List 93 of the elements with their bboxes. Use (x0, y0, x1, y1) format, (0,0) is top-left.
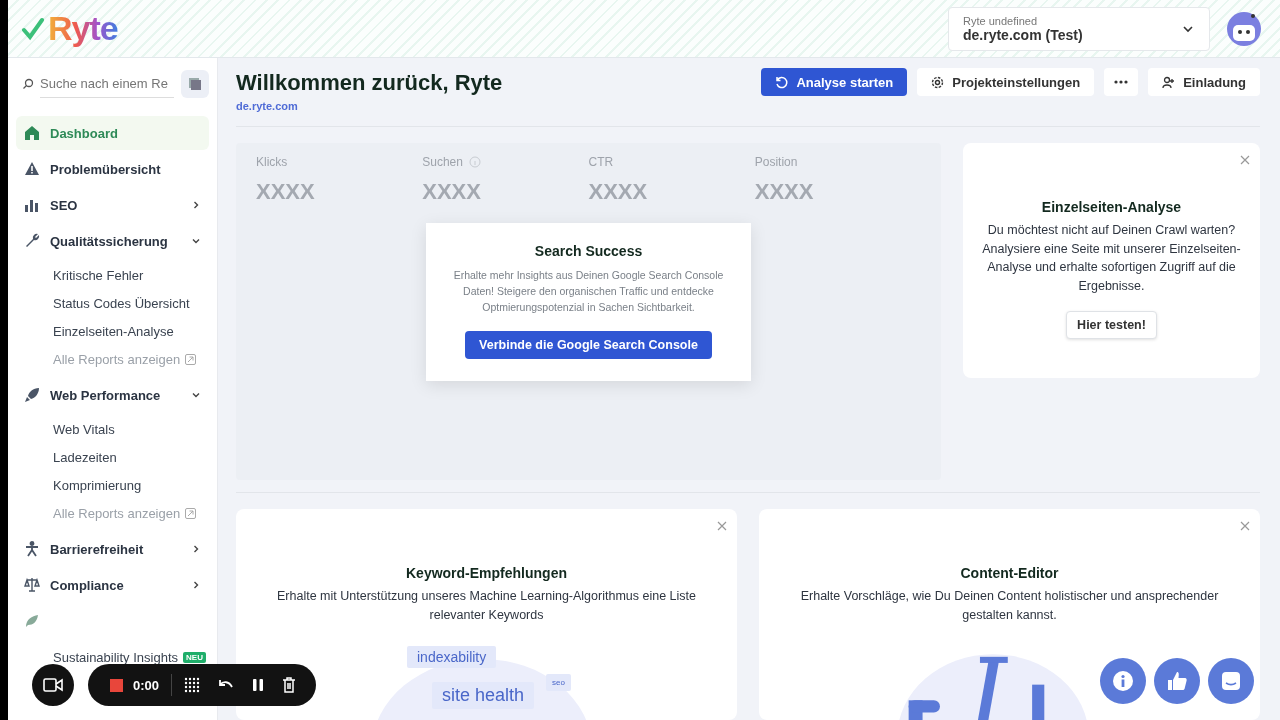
card-title: Einzelseiten-Analyse (1040, 199, 1183, 215)
nav-item[interactable]: SEO (16, 188, 209, 222)
refresh-icon (775, 75, 789, 89)
new-badge: NEU (183, 651, 206, 663)
project-selector[interactable]: Ryte undefined de.ryte.com (Test) (948, 6, 1210, 51)
thumbs-up-icon (1166, 670, 1188, 692)
nav-label: Problemübersicht (50, 161, 161, 177)
leaf-icon (24, 613, 40, 629)
nav-subitem[interactable]: Web Vitals (16, 420, 209, 438)
external-link-icon (185, 353, 197, 365)
nav-label: Qualitätssicherung (50, 233, 168, 249)
nav-label: Sustainability Insights (53, 649, 178, 665)
nav-subitem[interactable]: Status Codes Übersicht (16, 294, 209, 312)
search-icon (22, 78, 34, 90)
trash-icon[interactable] (282, 677, 297, 693)
add-user-icon (1162, 75, 1176, 89)
metric-label: CTR (588, 155, 614, 169)
metric-label: Klicks (256, 155, 288, 169)
metric-value: XXXX (588, 179, 649, 205)
card-title: Keyword-Empfehlungen (405, 565, 568, 581)
action-button[interactable]: Analyse starten (761, 68, 908, 96)
stack-button[interactable] (181, 70, 209, 98)
recording-time: 0:00 (133, 677, 160, 693)
scales-icon (24, 577, 40, 593)
nav-label: Status Codes Übersicht (53, 295, 190, 311)
page-title: Willkommen zurück, Ryte (236, 70, 503, 96)
nav-label: Web Performance (50, 387, 161, 403)
nav-label: Alle Reports anzeigen (53, 505, 181, 521)
stack-icon (188, 77, 202, 91)
nav-label: Compliance (50, 577, 124, 593)
metric-value: XXXX (422, 179, 482, 205)
action-button[interactable]: Projekteinstellungen (917, 68, 1095, 96)
robot-avatar-icon[interactable] (1226, 10, 1262, 47)
popup-text: Erhalte mehr Insights aus Deinen Google Search Console Daten! Steigere den organischen Traffic und entdecke Optmierungspotenzial in Sachen Sichtbarkeit. (452, 268, 725, 315)
keyword-tag: indexability (407, 646, 497, 668)
nav-subitem[interactable]: Ladezeiten (16, 448, 209, 466)
chat-icon (1220, 670, 1242, 692)
nav-subitem[interactable]: Sustainability Insights NEU (16, 648, 209, 666)
more-button[interactable] (1104, 68, 1139, 96)
nav-item[interactable]: Qualitätssicherung (16, 224, 209, 258)
gear-icon (931, 75, 945, 89)
nav-label: Kritische Fehler (53, 267, 144, 283)
card-title: Content-Editor (959, 565, 1060, 581)
more-icon (1114, 80, 1129, 84)
nav-item[interactable]: Problemübersicht (16, 152, 209, 186)
card-text: Erhalte mit Unterstützung unseres Machine Learning-Algorithmus eine Liste relevanter Keywords (276, 588, 697, 624)
nav-item[interactable]: Barrierefreiheit (16, 532, 209, 566)
card-text: Erhalte Vorschläge, wie Du Deinen Content holistischer und ansprechender gestalten kannst. (799, 588, 1220, 624)
nav-label: Web Vitals (53, 421, 115, 437)
project-label: Ryte undefined (963, 14, 1038, 27)
nav-label: Dashboard (50, 125, 118, 141)
nav-label: Barrierefreiheit (50, 541, 144, 557)
nav-item[interactable]: Web Performance (16, 378, 209, 412)
nav-label: Komprimierung (53, 477, 142, 493)
nav-item[interactable]: Compliance (16, 568, 209, 602)
keyword-tag: site health (432, 682, 535, 709)
video-camera-icon (43, 678, 63, 692)
grid-icon[interactable] (184, 677, 201, 693)
nav-label: Alle Reports anzeigen (53, 351, 181, 367)
wrench-icon (24, 233, 40, 249)
warning-icon (24, 161, 40, 177)
info-icon (1112, 670, 1134, 692)
external-link-icon (185, 507, 197, 519)
nav-label: Ladezeiten (53, 449, 117, 465)
bar-chart-icon (24, 197, 40, 213)
stop-icon[interactable] (110, 678, 123, 692)
metric-value: XXXX (754, 179, 815, 205)
nav-subitem[interactable]: Kritische Fehler (16, 266, 209, 284)
person-icon (24, 541, 40, 557)
metric-label: Suchen (422, 155, 463, 169)
nav-label: SEO (50, 197, 78, 213)
project-name: de.ryte.com (Test) (963, 26, 1084, 43)
nav-label: Einzelseiten-Analyse (53, 323, 174, 339)
metric-value: XXXX (256, 179, 316, 205)
rocket-icon (24, 387, 40, 403)
home-icon (24, 125, 40, 141)
connect-button[interactable]: Verbinde die Google Search Console (465, 331, 712, 359)
keyword-tag: seo (546, 674, 571, 691)
domain-link[interactable]: de.ryte.com (236, 100, 298, 112)
nav-subitem[interactable]: Einzelseiten-Analyse (16, 322, 209, 340)
close-icon[interactable] (717, 521, 727, 531)
close-icon[interactable] (1240, 521, 1250, 531)
check-icon (22, 16, 46, 41)
nav-item[interactable]: Dashboard (16, 116, 209, 150)
popup-title: Search Success (533, 243, 644, 259)
pause-icon[interactable] (252, 678, 265, 692)
nav-subitem[interactable]: Komprimierung (16, 476, 209, 494)
search-field[interactable]: Suche nach einem Re (40, 70, 174, 98)
card-text: Du möchtest nicht auf Deinen Crawl warten? Analysiere eine Seite mit unserer Einzelseiten-Analyse und erhalte sofortigen Zugriff auf die Ergebnisse. (981, 222, 1242, 295)
close-icon[interactable] (1240, 155, 1250, 165)
metric-label: Position (754, 155, 798, 169)
test-button[interactable]: Hier testen! (1066, 311, 1157, 339)
action-button[interactable]: Einladung (1148, 68, 1260, 96)
